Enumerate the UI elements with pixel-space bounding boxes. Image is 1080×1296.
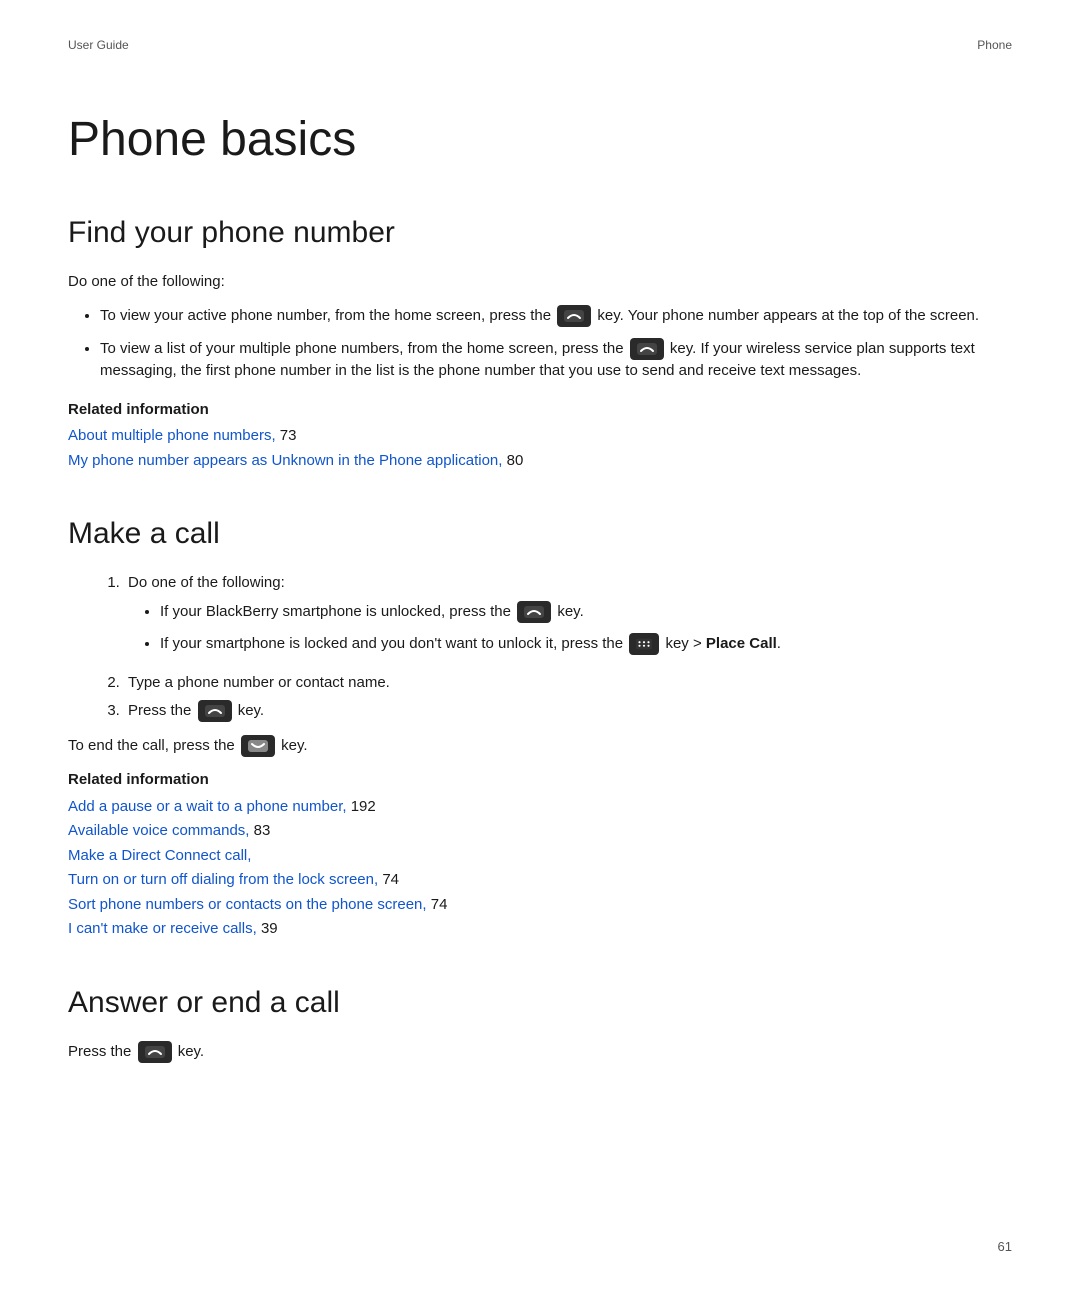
find-phone-related-label: Related information: [68, 399, 1012, 422]
header-left: User Guide: [68, 36, 129, 54]
send-key-icon-5: [138, 1041, 172, 1063]
send-key-icon-2: [630, 338, 664, 360]
send-key-icon-1: [557, 305, 591, 327]
related-link-item: Add a pause or a wait to a phone number,…: [68, 796, 1012, 819]
header-right: Phone: [977, 36, 1012, 54]
section-make-a-call: Make a call Do one of the following: If …: [68, 516, 1012, 941]
find-phone-related-links: About multiple phone numbers, 73 My phon…: [68, 425, 1012, 472]
related-link-item: About multiple phone numbers, 73: [68, 425, 1012, 448]
related-link-item: I can't make or receive calls, 39: [68, 918, 1012, 941]
related-link-cant-call[interactable]: I can't make or receive calls,: [68, 920, 257, 937]
make-call-step-3: Press the key.: [124, 700, 1012, 723]
related-link-item: Make a Direct Connect call,: [68, 845, 1012, 868]
related-link-item: Available voice commands, 83: [68, 820, 1012, 843]
page-number: 61: [998, 1237, 1012, 1257]
make-call-step-2-label: Type a phone number or contact name.: [128, 674, 390, 691]
place-call-text: Place Call: [706, 635, 777, 652]
related-link-direct-connect[interactable]: Make a Direct Connect call,: [68, 847, 251, 864]
make-call-sub-bullet-1: If your BlackBerry smartphone is unlocke…: [160, 601, 1012, 624]
find-phone-bullet-1: To view your active phone number, from t…: [100, 305, 1012, 328]
make-call-sub-bullet-2: If your smartphone is locked and you don…: [160, 633, 1012, 656]
end-call-note: To end the call, press the key.: [68, 735, 1012, 758]
make-call-step-1: Do one of the following: If your BlackBe…: [124, 572, 1012, 656]
related-link-sort-phone[interactable]: Sort phone numbers or contacts on the ph…: [68, 896, 427, 913]
related-link-item: My phone number appears as Unknown in th…: [68, 450, 1012, 473]
related-link-item: Turn on or turn off dialing from the loc…: [68, 869, 1012, 892]
find-phone-bullet-2: To view a list of your multiple phone nu…: [100, 338, 1012, 383]
page-header: User Guide Phone: [0, 0, 1080, 54]
find-phone-bullets: To view your active phone number, from t…: [100, 305, 1012, 383]
related-link-item: Sort phone numbers or contacts on the ph…: [68, 894, 1012, 917]
related-link-voice-commands[interactable]: Available voice commands,: [68, 822, 249, 839]
section-answer-end-call: Answer or end a call Press the key.: [68, 985, 1012, 1064]
section-make-a-call-title: Make a call: [68, 516, 1012, 552]
section-find-phone-number-title: Find your phone number: [68, 215, 1012, 251]
find-phone-intro: Do one of the following:: [68, 271, 1012, 294]
section-answer-end-call-title: Answer or end a call: [68, 985, 1012, 1021]
section-find-phone-number: Find your phone number Do one of the fol…: [68, 215, 1012, 473]
make-call-related-label: Related information: [68, 769, 1012, 792]
make-call-related: Related information Add a pause or a wai…: [68, 769, 1012, 941]
make-call-related-links: Add a pause or a wait to a phone number,…: [68, 796, 1012, 941]
related-link-multiple-numbers[interactable]: About multiple phone numbers,: [68, 427, 276, 444]
menu-key-icon: [629, 633, 659, 655]
answer-end-content: Press the key.: [68, 1041, 1012, 1064]
page-title: Phone basics: [68, 114, 1012, 167]
send-key-icon-3: [517, 601, 551, 623]
make-call-step-2: Type a phone number or contact name.: [124, 672, 1012, 695]
send-key-icon-4: [198, 700, 232, 722]
make-call-step-1-label: Do one of the following:: [128, 574, 285, 591]
related-link-dialing-lock[interactable]: Turn on or turn off dialing from the loc…: [68, 871, 378, 888]
find-phone-related: Related information About multiple phone…: [68, 399, 1012, 473]
end-key-icon: [241, 735, 275, 757]
make-call-sub-bullets: If your BlackBerry smartphone is unlocke…: [160, 601, 1012, 656]
related-link-add-pause[interactable]: Add a pause or a wait to a phone number,: [68, 798, 347, 815]
make-call-steps: Do one of the following: If your BlackBe…: [68, 572, 1012, 723]
page-content: Phone basics Find your phone number Do o…: [0, 54, 1080, 1167]
related-link-unknown-number[interactable]: My phone number appears as Unknown in th…: [68, 452, 502, 469]
